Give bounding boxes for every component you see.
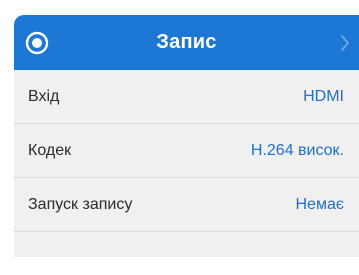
setting-row-codec[interactable]: Кодек H.264 висок. — [14, 124, 359, 178]
record-header: Запис — [14, 15, 359, 70]
record-settings-panel: Запис Вхід HDMI Кодек H.264 висок. Запус… — [14, 15, 359, 257]
setting-label: Кодек — [28, 142, 72, 159]
chevron-right-icon[interactable] — [339, 33, 351, 53]
setting-value[interactable]: H.264 висок. — [251, 124, 344, 177]
header-title: Запис — [156, 31, 217, 53]
setting-label: Вхід — [28, 88, 60, 105]
setting-row-record-trigger[interactable]: Запуск запису Немає — [14, 178, 359, 232]
setting-value[interactable]: Немає — [295, 178, 344, 231]
setting-value[interactable]: HDMI — [303, 70, 344, 123]
setting-label: Запуск запису — [28, 196, 133, 213]
empty-row — [14, 232, 359, 257]
setting-row-input[interactable]: Вхід HDMI — [14, 70, 359, 124]
